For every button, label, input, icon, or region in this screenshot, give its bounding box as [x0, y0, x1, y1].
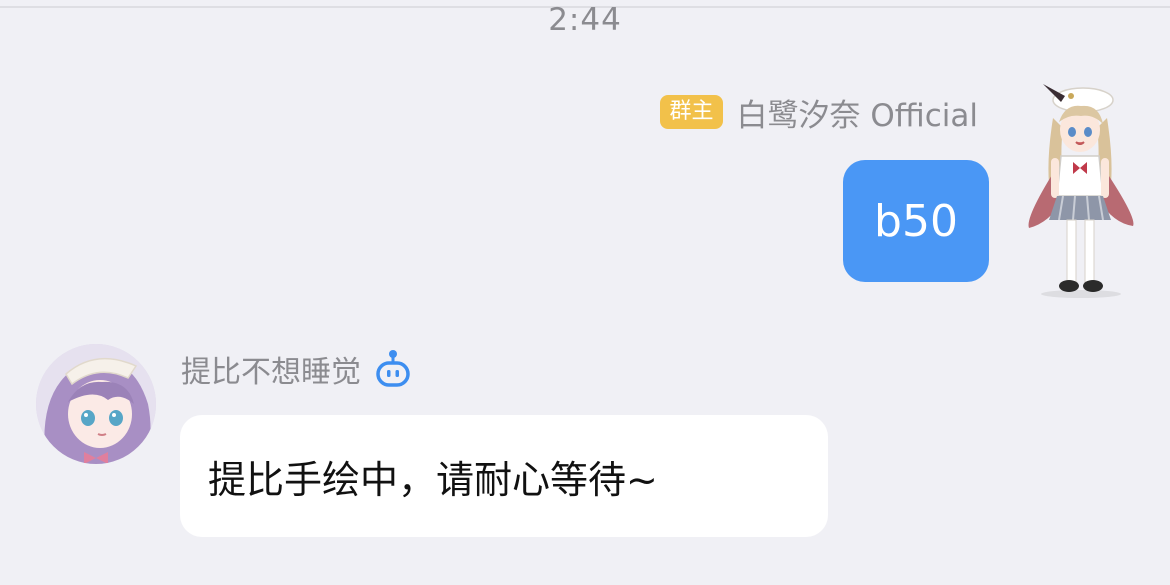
outgoing-message-text: b50 — [874, 195, 958, 247]
group-owner-badge: 群主 — [660, 95, 723, 129]
outgoing-avatar[interactable] — [1015, 78, 1145, 300]
outgoing-sender-row: 群主 白鹭汐奈 Official — [660, 90, 978, 134]
message-timestamp: 2:44 — [548, 2, 622, 38]
avatar-shirt — [1056, 155, 1104, 197]
outgoing-message-bubble[interactable]: b50 — [843, 160, 989, 282]
incoming-avatar[interactable] — [36, 344, 156, 464]
incoming-message-bubble[interactable]: 提比手绘中，请耐心等待~ — [180, 415, 828, 537]
robot-icon — [376, 350, 410, 387]
outgoing-sender-name[interactable]: 白鹭汐奈 Official — [737, 90, 979, 135]
incoming-message-text: 提比手绘中，请耐心等待~ — [208, 457, 658, 502]
incoming-sender-row: 提比不想睡觉 — [181, 346, 411, 392]
incoming-sender-name[interactable]: 提比不想睡觉 — [181, 347, 361, 391]
